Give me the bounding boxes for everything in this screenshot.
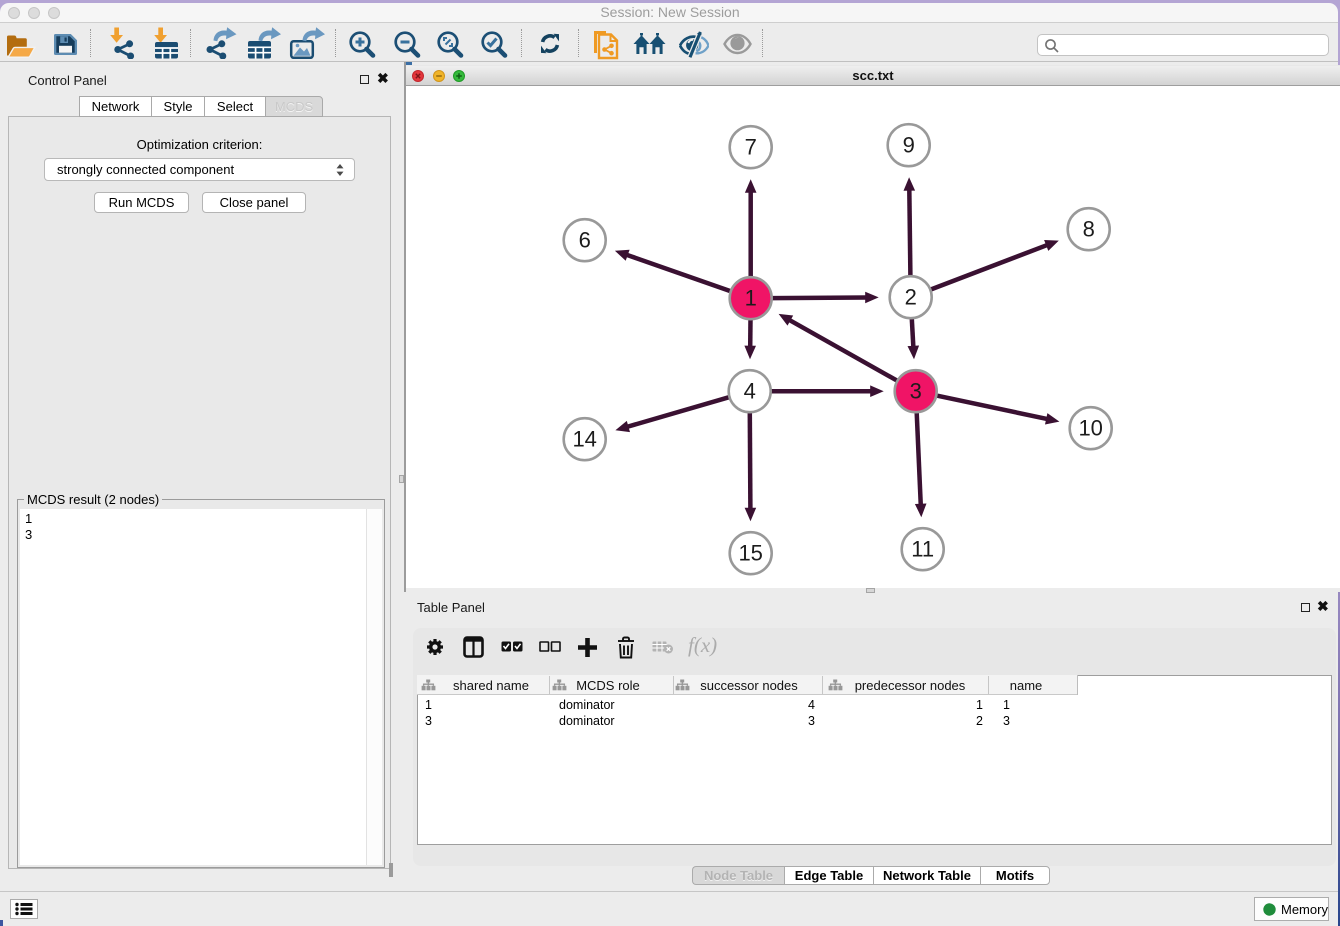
svg-text:15: 15: [738, 541, 762, 566]
svg-text:11: 11: [911, 537, 934, 562]
svg-text:6: 6: [579, 228, 591, 253]
svg-text:3: 3: [910, 379, 922, 404]
svg-text:9: 9: [903, 133, 915, 158]
svg-text:8: 8: [1083, 217, 1095, 242]
svg-text:4: 4: [744, 379, 756, 404]
svg-text:2: 2: [905, 285, 917, 310]
svg-text:14: 14: [572, 427, 596, 452]
svg-text:1: 1: [745, 286, 757, 311]
svg-text:10: 10: [1078, 416, 1102, 441]
svg-text:7: 7: [745, 135, 757, 160]
